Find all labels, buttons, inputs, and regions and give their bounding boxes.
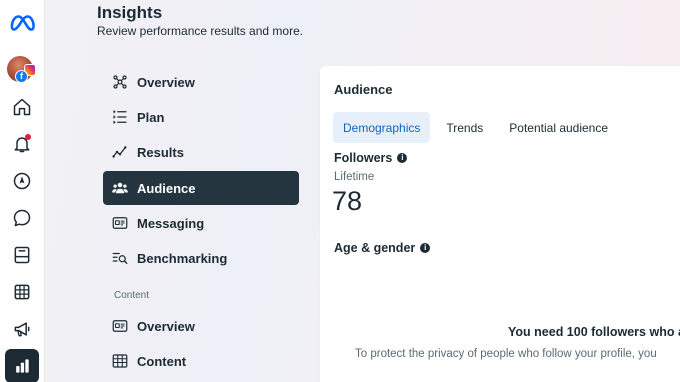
nav-item-results[interactable]: Results — [103, 135, 299, 169]
nav-section-label: Content — [114, 290, 150, 301]
nav-item-messaging[interactable]: Messaging — [103, 206, 299, 240]
nav-item-label: Audience — [137, 180, 196, 196]
inbox-icon — [111, 317, 129, 335]
ads-megaphone-icon[interactable] — [5, 312, 39, 346]
followers-count: 78 — [332, 186, 363, 216]
nav-item-audience[interactable]: Audience — [103, 171, 299, 205]
nav-item-overview[interactable]: Overview — [103, 65, 299, 99]
tab-demographics[interactable]: Demographics — [333, 112, 431, 143]
trend-icon — [111, 143, 129, 161]
followers-heading-text: Followers — [334, 151, 393, 165]
page-subtitle: Review performance results and more. — [97, 24, 304, 38]
messages-icon[interactable] — [5, 201, 39, 235]
planner-grid-icon[interactable] — [5, 275, 39, 309]
nav-item-label: Benchmarking — [137, 250, 228, 266]
home-icon[interactable] — [5, 90, 39, 124]
nav-item-label: Plan — [137, 109, 165, 125]
empty-state-title: You need 100 followers who a — [508, 325, 680, 339]
nav-item-label: Results — [137, 144, 184, 160]
insights-chart-icon[interactable] — [5, 349, 39, 382]
nav-item-label: Messaging — [137, 215, 205, 231]
nav-item-content[interactable]: Content — [103, 344, 299, 378]
audience-card: Audience Demographics Trends Potential a… — [320, 66, 680, 382]
notifications-icon[interactable] — [5, 127, 39, 161]
nav-item-label: Overview — [137, 74, 195, 90]
compass-icon[interactable] — [5, 164, 39, 198]
nav-item-label: Content — [137, 353, 187, 369]
age-gender-heading-text: Age & gender — [334, 241, 416, 255]
left-rail: f — [0, 0, 45, 382]
meta-logo-icon[interactable] — [5, 6, 39, 40]
account-avatar[interactable]: f — [7, 56, 37, 86]
notification-badge — [25, 134, 31, 140]
content-icon[interactable] — [5, 238, 39, 272]
list-icon — [111, 108, 129, 126]
info-icon[interactable]: i — [420, 243, 431, 253]
search-list-icon — [111, 249, 129, 267]
audience-tabs: Demographics Trends Potential audience — [333, 112, 624, 143]
inbox-icon — [111, 214, 129, 232]
people-icon — [111, 179, 129, 197]
nav-item-plan[interactable]: Plan — [103, 100, 299, 134]
tab-potential-audience[interactable]: Potential audience — [499, 112, 618, 143]
facebook-icon: f — [15, 70, 28, 83]
tab-trends[interactable]: Trends — [436, 112, 493, 143]
nav-item-benchmarking[interactable]: Benchmarking — [103, 241, 299, 275]
page-title: Insights — [97, 3, 163, 22]
card-title: Audience — [334, 82, 393, 97]
nav-item-content-overview[interactable]: Overview — [103, 309, 299, 343]
age-gender-heading: Age & gender i — [334, 241, 431, 255]
followers-period: Lifetime — [334, 171, 375, 183]
empty-state-body: To protect the privacy of people who fol… — [355, 348, 657, 360]
followers-heading: Followers i — [334, 151, 408, 165]
table-icon — [111, 352, 129, 370]
network-icon — [111, 73, 129, 91]
info-icon[interactable]: i — [397, 153, 408, 163]
nav-item-label: Overview — [137, 318, 195, 334]
